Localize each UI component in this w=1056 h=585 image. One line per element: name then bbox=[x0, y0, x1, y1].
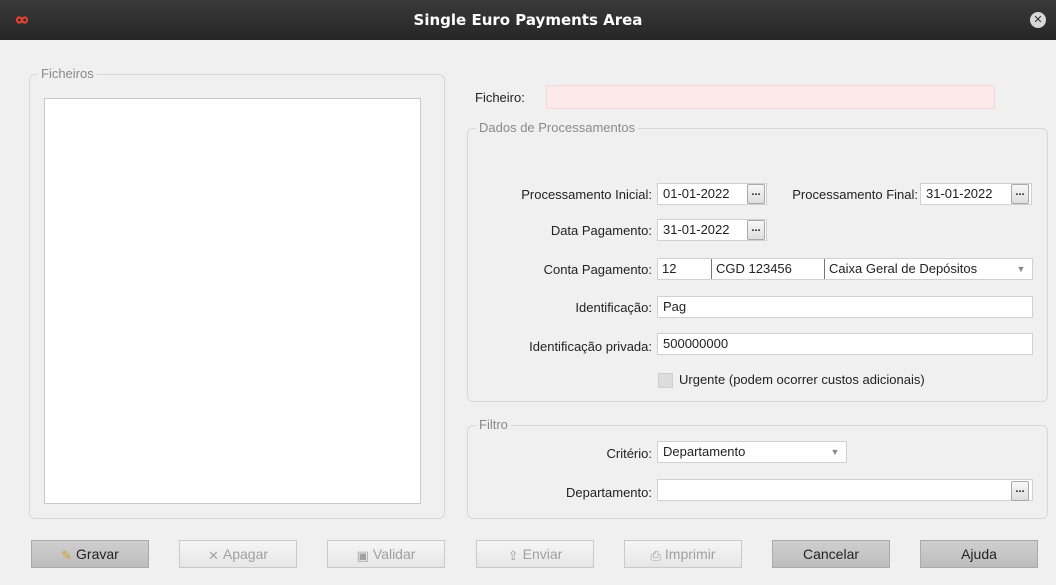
criteria-value: Departamento bbox=[663, 444, 746, 459]
help-button[interactable]: Ajuda bbox=[920, 540, 1038, 568]
print-button[interactable]: ⎙ Imprimir bbox=[624, 540, 742, 568]
save-button[interactable]: ✎ Gravar bbox=[31, 540, 149, 568]
private-identification-label: Identificação privada: bbox=[529, 339, 652, 354]
criteria-select[interactable]: Departamento ▼ bbox=[657, 441, 847, 463]
department-label: Departamento: bbox=[566, 485, 652, 500]
payment-date-picker-button[interactable]: ... bbox=[747, 220, 765, 240]
private-identification-input[interactable]: 500000000 bbox=[657, 333, 1033, 355]
identification-label: Identificação: bbox=[575, 300, 652, 315]
file-input[interactable] bbox=[546, 85, 995, 109]
payment-date-label: Data Pagamento: bbox=[550, 223, 652, 238]
print-icon: ⎙ bbox=[650, 548, 661, 563]
end-processing-label: Processamento Final: bbox=[792, 187, 918, 202]
delete-icon: ✕ bbox=[207, 548, 219, 563]
save-icon: ✎ bbox=[61, 548, 73, 563]
chevron-down-icon: ▼ bbox=[1016, 264, 1026, 274]
department-picker-button[interactable]: ... bbox=[1011, 481, 1029, 501]
account-code: 12 bbox=[662, 261, 677, 276]
cancel-button[interactable]: Cancelar bbox=[772, 540, 890, 568]
files-group-label: Ficheiros bbox=[38, 66, 97, 81]
close-icon: ✕ bbox=[1033, 14, 1043, 26]
validate-button[interactable]: ▣ Validar bbox=[327, 540, 445, 568]
end-processing-picker-button[interactable]: ... bbox=[1011, 184, 1029, 204]
window-title: Single Euro Payments Area bbox=[413, 11, 643, 29]
urgent-label: Urgente (podem ocorrer custos adicionais… bbox=[679, 372, 925, 387]
account-bank: Caixa Geral de Depósitos bbox=[824, 259, 1004, 279]
file-label: Ficheiro: bbox=[475, 90, 525, 105]
urgent-checkbox[interactable] bbox=[658, 373, 673, 388]
department-input[interactable] bbox=[657, 479, 1033, 501]
start-processing-picker-button[interactable]: ... bbox=[747, 184, 765, 204]
delete-button[interactable]: ✕ Apagar bbox=[179, 540, 297, 568]
start-processing-label: Processamento Inicial: bbox=[521, 187, 652, 202]
identification-input[interactable]: Pag bbox=[657, 296, 1033, 318]
close-button[interactable]: ✕ bbox=[1030, 12, 1046, 28]
validate-icon: ▣ bbox=[356, 548, 369, 563]
filter-group-label: Filtro bbox=[476, 417, 511, 432]
payment-account-select[interactable]: 12 CGD 123456 Caixa Geral de Depósitos ▼ bbox=[657, 258, 1033, 280]
account-short: CGD 123456 bbox=[711, 259, 823, 279]
files-list[interactable] bbox=[44, 98, 421, 504]
criteria-label: Critério: bbox=[606, 446, 652, 461]
title-bar: Single Euro Payments Area ✕ bbox=[0, 0, 1056, 40]
send-icon: ⇪ bbox=[507, 548, 519, 563]
processing-group-label: Dados de Processamentos bbox=[476, 120, 639, 135]
filter-group: Filtro bbox=[467, 417, 1048, 519]
send-button[interactable]: ⇪ Enviar bbox=[476, 540, 594, 568]
payment-account-label: Conta Pagamento: bbox=[543, 262, 652, 277]
chevron-down-icon: ▼ bbox=[830, 447, 840, 457]
